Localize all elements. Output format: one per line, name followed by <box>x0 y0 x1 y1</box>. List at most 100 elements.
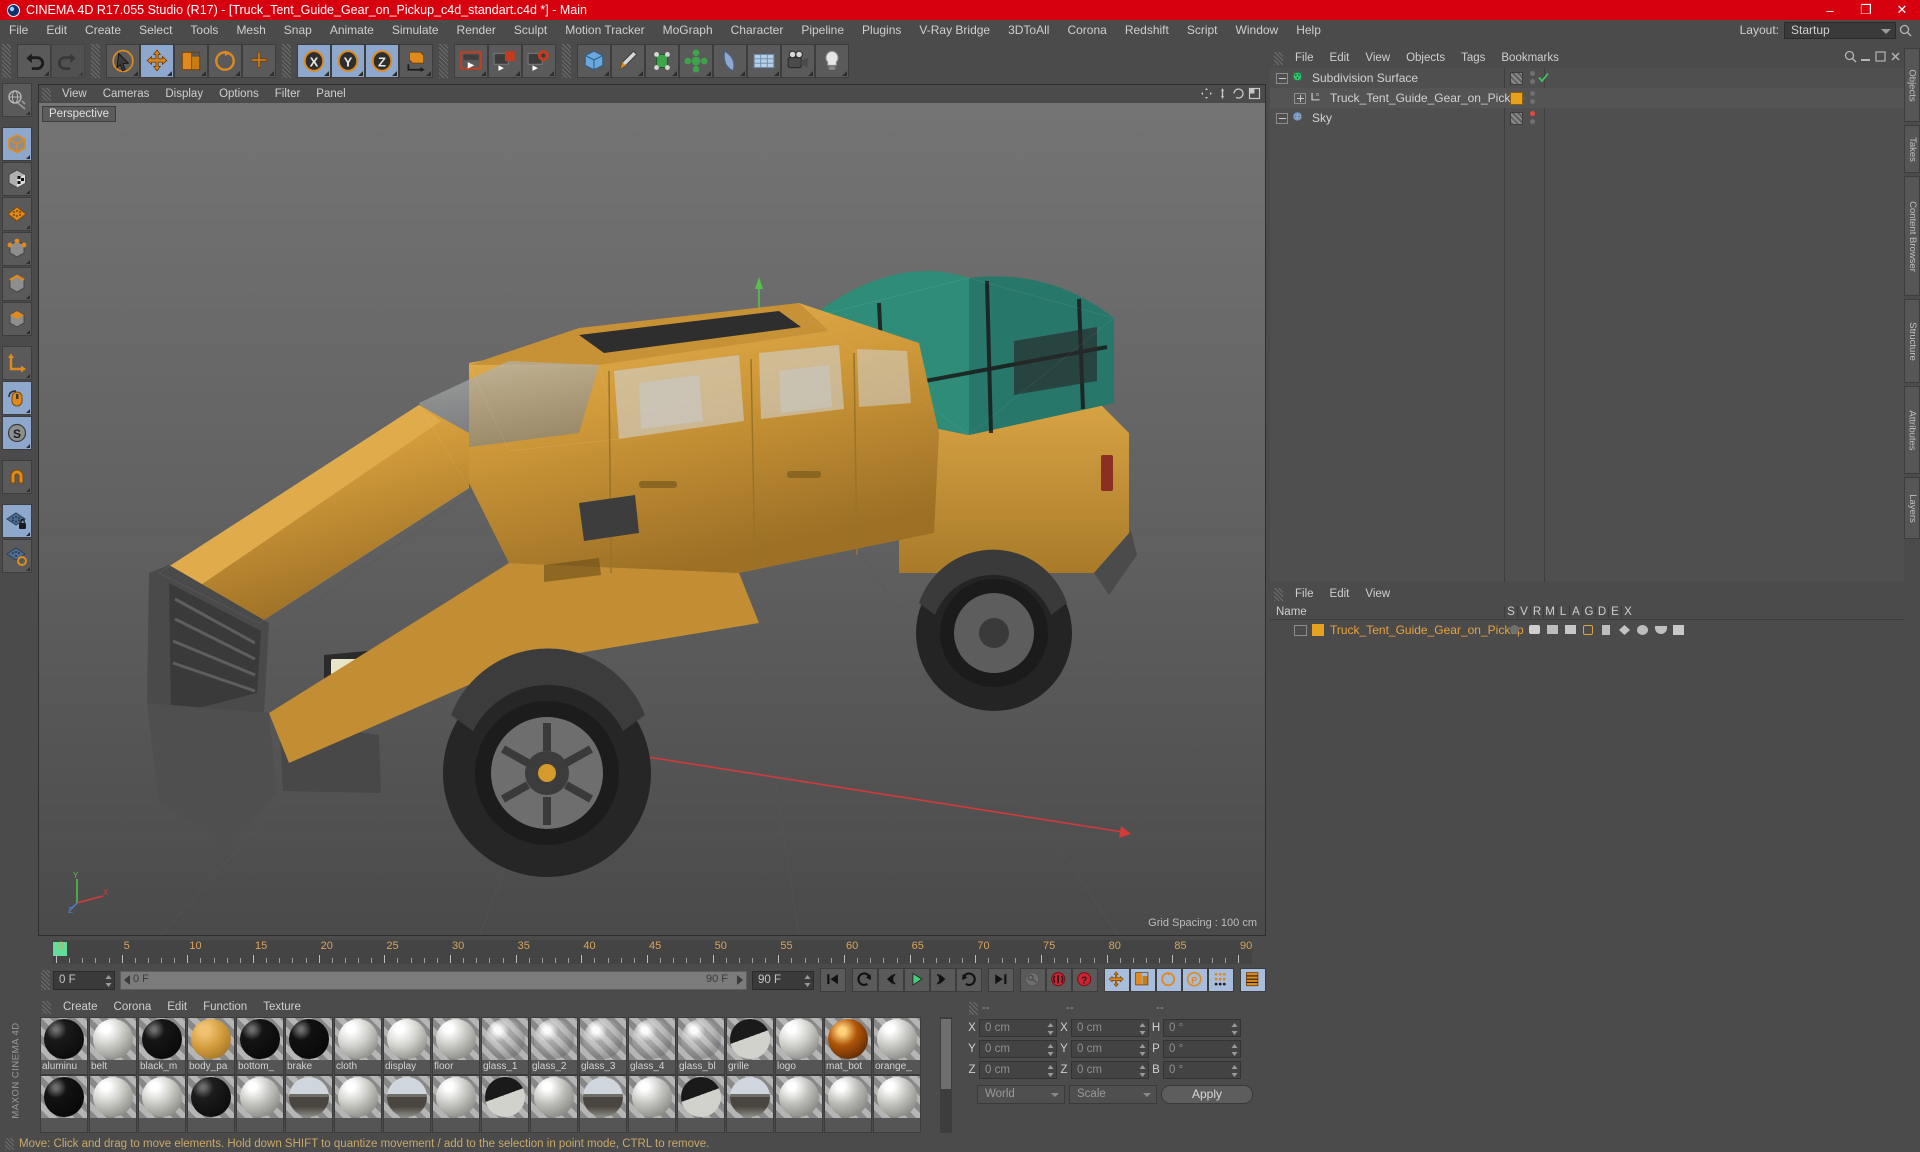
material-swatch[interactable]: bottom_ <box>236 1017 284 1075</box>
close-panel-icon[interactable] <box>1889 50 1902 63</box>
layer-visible-toggle[interactable] <box>1529 625 1540 634</box>
menu-item-v-ray-bridge[interactable]: V-Ray Bridge <box>910 20 999 40</box>
material-swatch[interactable] <box>432 1075 480 1133</box>
visibility-render-dot[interactable] <box>1530 79 1535 84</box>
layer-render-toggle[interactable] <box>1547 625 1558 634</box>
move-tool-button[interactable] <box>140 44 174 78</box>
material-swatch[interactable] <box>579 1075 627 1133</box>
menu-item-create[interactable]: Create <box>76 20 130 40</box>
object-tree-row[interactable]: Sky <box>1270 108 1904 128</box>
coordinate-system-dropdown[interactable]: World <box>977 1084 1065 1104</box>
edge-mode-button[interactable] <box>2 267 32 301</box>
coord-rotation-field[interactable]: 0 ° <box>1163 1040 1241 1058</box>
add-bend-button[interactable] <box>713 44 747 78</box>
range-right-arrow-icon[interactable] <box>737 974 743 985</box>
material-grid[interactable]: aluminu belt black_m body_pa bottom_ brake clo… <box>40 1017 940 1133</box>
expand-toggle-icon[interactable] <box>1276 112 1288 124</box>
material-swatch[interactable] <box>824 1075 872 1133</box>
layer-column-header-l[interactable]: L <box>1556 605 1569 618</box>
material-swatch[interactable]: glass_4 <box>628 1017 676 1075</box>
coord-size-field[interactable]: 0 cm <box>1071 1019 1149 1037</box>
menu-item-help[interactable]: Help <box>1287 20 1330 40</box>
material-swatch[interactable]: brake <box>285 1017 333 1075</box>
polygon-face-mode-button[interactable] <box>2 302 32 336</box>
viewport-menu-cameras[interactable]: Cameras <box>95 88 158 100</box>
material-swatch[interactable] <box>628 1075 676 1133</box>
redo-button[interactable] <box>51 44 85 78</box>
toolbar-grip-transform[interactable] <box>91 44 100 78</box>
material-menu-grip[interactable] <box>42 1000 51 1014</box>
coord-size-field[interactable]: 0 cm <box>1071 1061 1149 1079</box>
object-tree-row[interactable]: Subdivision Surface <box>1270 68 1904 88</box>
material-swatch[interactable] <box>89 1075 137 1133</box>
menu-item-window[interactable]: Window <box>1227 20 1288 40</box>
coord-rotation-field[interactable]: 0 ° <box>1163 1061 1241 1079</box>
record-pla-button[interactable] <box>1208 968 1234 992</box>
material-swatch[interactable]: mat_bot <box>824 1017 872 1075</box>
search-icon[interactable] <box>1896 22 1914 39</box>
play-reverse-button[interactable] <box>852 968 878 992</box>
material-swatch[interactable] <box>40 1075 88 1133</box>
next-frame-button[interactable] <box>930 968 956 992</box>
material-swatch[interactable]: grille <box>726 1017 774 1075</box>
timeline-ruler[interactable]: 0 5 10 15 20 25 30 35 40 45 50 55 60 65 70 75 80 85 90 <box>52 940 1252 964</box>
menu-item-mesh[interactable]: Mesh <box>227 20 274 40</box>
add-spline-button[interactable] <box>611 44 645 78</box>
x-axis-lock-button[interactable]: X <box>297 44 331 78</box>
layer-column-header-x[interactable]: X <box>1621 605 1634 618</box>
rotate-tool-button[interactable] <box>208 44 242 78</box>
viewport-menu-filter[interactable]: Filter <box>267 88 309 100</box>
object-tag[interactable] <box>1510 72 1523 85</box>
magnet-button[interactable] <box>2 460 32 494</box>
visibility-editor-dot[interactable] <box>1530 71 1535 76</box>
layer-animation-toggle[interactable] <box>1602 625 1610 635</box>
material-swatch[interactable] <box>873 1075 921 1133</box>
status-grip[interactable] <box>5 1137 14 1150</box>
right-tab-content-browser[interactable]: Content Browser <box>1904 176 1920 296</box>
minimize-panel-icon[interactable] <box>1859 50 1872 63</box>
material-swatch[interactable] <box>138 1075 186 1133</box>
minimize-button[interactable]: – <box>1812 0 1848 20</box>
layer-column-header-v[interactable]: V <box>1517 605 1530 618</box>
texture-mode-button[interactable] <box>2 162 32 196</box>
viewport-menu-options[interactable]: Options <box>211 88 267 100</box>
layer-solo-toggle[interactable] <box>1510 625 1519 634</box>
right-tab-objects[interactable]: Objects <box>1904 48 1920 122</box>
add-floor-button[interactable] <box>747 44 781 78</box>
point-mode-button[interactable] <box>2 232 32 266</box>
toolbar-grip-render[interactable] <box>439 44 448 78</box>
maximize-button[interactable]: ❐ <box>1848 0 1884 20</box>
apply-button[interactable]: Apply <box>1161 1084 1253 1104</box>
material-menu-texture[interactable]: Texture <box>255 1001 309 1013</box>
max-frame-field[interactable]: 90 F <box>752 970 814 990</box>
right-tab-layers[interactable]: Layers <box>1904 477 1920 539</box>
material-swatch[interactable]: aluminu <box>40 1017 88 1075</box>
material-swatch[interactable]: cloth <box>334 1017 382 1075</box>
material-swatch[interactable]: glass_3 <box>579 1017 627 1075</box>
render-settings-button[interactable] <box>522 44 556 78</box>
object-menu-bookmarks[interactable]: Bookmarks <box>1493 52 1567 64</box>
material-swatch[interactable] <box>285 1075 333 1133</box>
layer-manager-grip[interactable] <box>1274 587 1283 601</box>
viewport-menu-panel[interactable]: Panel <box>308 88 353 100</box>
layout-dropdown[interactable]: Startup <box>1784 21 1896 39</box>
range-left-arrow-icon[interactable] <box>124 974 130 985</box>
object-axis-button[interactable] <box>2 346 32 380</box>
play-forward-button[interactable] <box>904 968 930 992</box>
menu-item-plugins[interactable]: Plugins <box>853 20 910 40</box>
world-object-axis-button[interactable] <box>399 44 433 78</box>
layer-menu-view[interactable]: View <box>1357 588 1398 600</box>
visibility-render-dot[interactable] <box>1530 119 1535 124</box>
object-tree[interactable]: Subdivision Surface 0 Truck_Tent_Guide_Gea… <box>1270 68 1904 582</box>
previous-frame-button[interactable] <box>878 968 904 992</box>
material-menu-function[interactable]: Function <box>195 1001 255 1013</box>
layer-column-header-m[interactable]: M <box>1543 605 1556 618</box>
coord-position-field[interactable]: 0 cm <box>979 1040 1057 1058</box>
menu-item-mograph[interactable]: MoGraph <box>654 20 722 40</box>
record-position-button[interactable] <box>1104 968 1130 992</box>
object-manager-grip[interactable] <box>1274 51 1283 65</box>
toolbar-grip-history[interactable] <box>2 44 11 78</box>
autokey-button[interactable] <box>1020 968 1046 992</box>
material-swatch[interactable] <box>775 1075 823 1133</box>
object-menu-file[interactable]: File <box>1287 52 1322 64</box>
